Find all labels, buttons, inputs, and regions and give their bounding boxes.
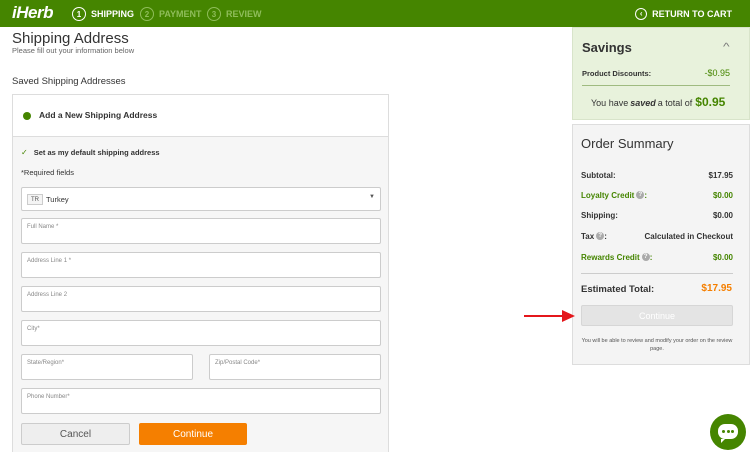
full-name-input[interactable]: Full Name * (21, 218, 381, 244)
estimated-total-value: $17.95 (701, 283, 732, 294)
loyalty-credit-label: Loyalty Credit (581, 190, 635, 200)
tax-value: Calculated in Checkout (644, 231, 733, 241)
help-icon[interactable]: ? (641, 253, 650, 261)
savings-title: Savings (582, 40, 632, 55)
step-label: REVIEW (226, 9, 262, 19)
address-line-1-input[interactable]: Address Line 1 * (21, 252, 381, 278)
summary-row-shipping: Shipping: $0.00 (581, 209, 733, 221)
total-saved-prefix: You have (591, 98, 629, 108)
default-address-label: Set as my default shipping address (33, 148, 160, 157)
radio-selected-icon[interactable] (23, 112, 31, 120)
total-saved-emphasis: saved (630, 98, 656, 108)
page-title: Shipping Address (12, 30, 129, 47)
summary-row-loyalty-credit: Loyalty Credit?: $0.00 (581, 190, 733, 200)
top-navigation-bar: iHerb 1 SHIPPING 2 PAYMENT 3 REVIEW ‹ RE… (0, 0, 750, 27)
product-discounts-label: Product Discounts: (582, 69, 652, 78)
address-form: ✓ Set as my default shipping address *Re… (13, 137, 388, 452)
zip-input[interactable]: Zip/Postal Code* (209, 354, 381, 380)
page-subtitle: Please fill out your information below (12, 46, 135, 55)
phone-placeholder: Phone Number* (27, 394, 70, 400)
phone-input[interactable]: Phone Number* (21, 388, 381, 414)
step-shipping: 1 SHIPPING (72, 6, 134, 22)
step-label: PAYMENT (159, 9, 202, 19)
continue-button[interactable]: Continue (139, 423, 247, 445)
step-number: 2 (140, 7, 154, 21)
step-number: 3 (207, 7, 221, 21)
cancel-button[interactable]: Cancel (21, 423, 130, 445)
return-to-cart-label: RETURN TO CART (652, 9, 732, 19)
default-address-checkbox[interactable]: ✓ Set as my default shipping address (21, 148, 160, 157)
required-fields-note: *Required fields (21, 168, 74, 177)
total-saved-mid: a total of (657, 98, 693, 108)
total-saved-value: $0.95 (695, 95, 726, 109)
summary-row-subtotal: Subtotal: $17.95 (581, 169, 733, 181)
checkmark-icon: ✓ (21, 148, 28, 157)
add-new-address-label: Add a New Shipping Address (39, 110, 158, 120)
address-line-1-placeholder: Address Line 1 * (27, 258, 72, 264)
order-summary-title: Order Summary (581, 136, 674, 151)
loyalty-credit-value: $0.00 (712, 190, 733, 200)
city-input[interactable]: City* (21, 320, 381, 346)
summary-continue-button[interactable]: Continue (581, 305, 733, 326)
arrow-right-icon (524, 310, 575, 322)
subtotal-value: $17.95 (708, 170, 733, 180)
summary-row-rewards-credit: Rewards Credit?: $0.00 (581, 252, 733, 262)
step-payment: 2 PAYMENT (140, 6, 202, 22)
chat-bubble-icon (718, 424, 738, 443)
return-to-cart-link[interactable]: ‹ RETURN TO CART (635, 6, 732, 22)
address-panel: Add a New Shipping Address ✓ Set as my d… (12, 94, 389, 452)
savings-panel: Savings ^ Product Discounts: -$0.95 You … (572, 27, 750, 120)
chat-button[interactable] (710, 414, 746, 450)
chevron-up-icon[interactable]: ^ (723, 42, 730, 53)
zip-placeholder: Zip/Postal Code* (215, 360, 261, 366)
state-placeholder: State/Region* (27, 360, 65, 366)
address-line-2-input[interactable]: Address Line 2 (21, 286, 381, 312)
country-code: TR (27, 194, 43, 205)
shipping-value: $0.00 (712, 210, 733, 220)
city-placeholder: City* (27, 326, 40, 332)
full-name-placeholder: Full Name * (27, 224, 59, 230)
step-number: 1 (72, 7, 86, 21)
help-icon[interactable]: ? (596, 232, 605, 240)
step-review: 3 REVIEW (207, 6, 262, 22)
review-note: You will be able to review and modify yo… (581, 338, 733, 352)
iherb-logo[interactable]: iHerb (12, 3, 53, 23)
chevron-left-circle-icon: ‹ (635, 8, 648, 20)
tax-label: Tax (581, 231, 595, 241)
state-input[interactable]: State/Region* (21, 354, 193, 380)
divider (581, 273, 733, 274)
estimated-total-label: Estimated Total: (581, 284, 655, 295)
step-label: SHIPPING (91, 9, 135, 19)
address-line-2-placeholder: Address Line 2 (27, 292, 68, 298)
total-saved-text: You have saved a total of $0.95 (591, 95, 725, 109)
subtotal-label: Subtotal: (581, 170, 616, 180)
shipping-label: Shipping: (581, 210, 618, 220)
rewards-credit-value: $0.00 (712, 252, 733, 262)
help-icon[interactable]: ? (636, 191, 645, 199)
order-summary-panel: Order Summary Subtotal: $17.95 Loyalty C… (572, 124, 750, 365)
country-name: Turkey (46, 195, 69, 204)
saved-addresses-heading: Saved Shipping Addresses (12, 76, 126, 87)
country-select[interactable]: TR Turkey ▼ (21, 187, 381, 211)
product-discounts-value: -$0.95 (704, 68, 730, 78)
rewards-credit-label: Rewards Credit (581, 252, 640, 262)
add-new-address-option[interactable]: Add a New Shipping Address (13, 95, 388, 137)
summary-row-tax: Tax?: Calculated in Checkout (581, 231, 733, 241)
divider (582, 85, 730, 86)
caret-down-icon: ▼ (369, 194, 375, 200)
